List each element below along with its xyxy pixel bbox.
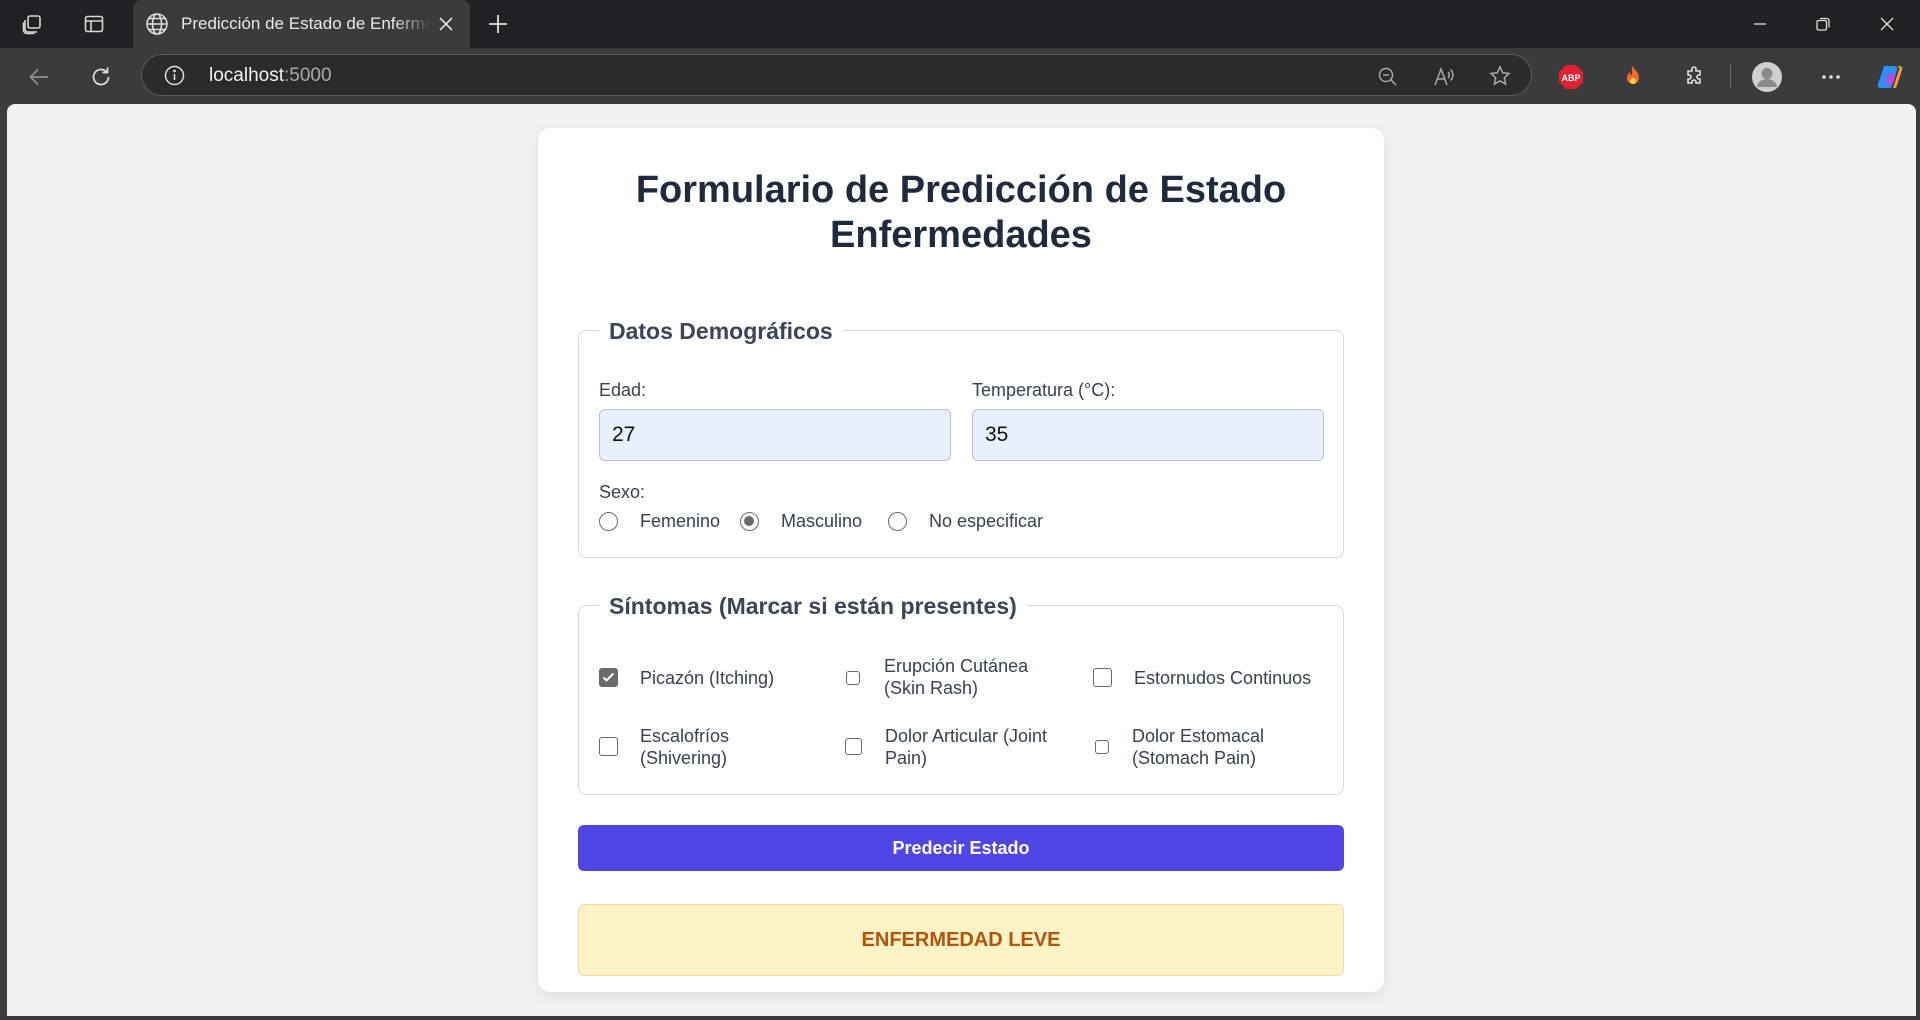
favorite-icon[interactable] (1488, 64, 1512, 88)
window-close-icon[interactable] (1875, 12, 1899, 36)
address-bar[interactable]: localhost:5000 (141, 54, 1532, 96)
tab-title: Predicción de Estado de Enfermedades (181, 14, 431, 33)
symptom-checkbox-shivering[interactable] (599, 737, 618, 756)
tab-strip: Predicción de Estado de Enfermedades (0, 0, 1920, 48)
symptom-checkbox-joint-pain[interactable] (845, 738, 862, 755)
form-card: Formulario de Predicción de Estado Enfer… (538, 128, 1384, 992)
symptom-label: Erupción Cutánea (Skin Rash) (884, 656, 1029, 698)
age-input[interactable] (599, 409, 951, 461)
new-tab-icon[interactable] (486, 12, 510, 36)
symptom-checkbox-skin-rash[interactable] (846, 671, 860, 685)
more-icon[interactable] (1818, 64, 1844, 90)
prediction-result: ENFERMEDAD LEVE (578, 904, 1344, 976)
symptom-checkbox-stomach-pain[interactable] (1095, 740, 1109, 754)
copilot-icon[interactable] (1875, 62, 1905, 92)
active-tab[interactable]: Predicción de Estado de Enfermedades (133, 0, 470, 48)
adblock-icon[interactable]: ABP (1558, 64, 1584, 90)
symptoms-legend: Síntomas (Marcar si están presentes) (599, 592, 1027, 620)
sex-option-label: Femenino (640, 511, 721, 531)
zoom-out-icon[interactable] (1375, 64, 1399, 88)
demographics-fieldset: Datos Demográficos Edad: Temperatura (°C… (578, 317, 1344, 558)
globe-icon (145, 12, 169, 36)
workspaces-icon[interactable] (20, 12, 44, 36)
toolbar-divider (1730, 64, 1731, 88)
close-icon[interactable] (434, 12, 458, 36)
extensions-icon[interactable] (1682, 64, 1708, 90)
site-info-icon[interactable] (163, 64, 185, 86)
page-viewport: Formulario de Predicción de Estado Enfer… (7, 104, 1916, 1016)
page-title: Formulario de Predicción de Estado Enfer… (635, 169, 1287, 256)
symptom-label: Escalofríos (Shivering) (640, 726, 730, 768)
back-icon[interactable] (26, 64, 52, 90)
adblock-label: ABP (1561, 73, 1580, 83)
symptom-checkbox-itching[interactable] (599, 668, 618, 687)
tab-actions-icon[interactable] (82, 12, 106, 36)
demographics-legend: Datos Demográficos (599, 317, 843, 345)
symptoms-fieldset: Síntomas (Marcar si están presentes) Pic… (578, 592, 1344, 795)
age-label: Edad: (599, 380, 647, 400)
predict-button[interactable]: Predecir Estado (578, 825, 1344, 871)
profile-icon[interactable] (1752, 62, 1782, 92)
refresh-icon[interactable] (88, 64, 114, 90)
extension-fire-icon[interactable] (1620, 64, 1646, 90)
sex-radio-femenino[interactable] (599, 512, 618, 531)
url-port: :5000 (284, 65, 332, 86)
symptom-checkbox-estornudos[interactable] (1093, 668, 1112, 687)
symptom-label: Estornudos Continuos (1134, 668, 1312, 688)
restore-icon[interactable] (1811, 12, 1835, 36)
read-aloud-icon[interactable] (1432, 64, 1456, 88)
sex-option-label: No especificar (929, 511, 1044, 531)
url-text: localhost:5000 (209, 65, 332, 87)
symptom-label: Dolor Articular (Joint Pain) (885, 726, 1048, 768)
sex-option-label: Masculino (781, 511, 863, 531)
url-host: localhost (209, 65, 284, 86)
browser-toolbar: localhost:5000 ABP (0, 48, 1920, 104)
temperature-label: Temperatura (°C): (972, 380, 1116, 400)
symptom-label: Picazón (Itching) (640, 668, 775, 688)
minimize-icon[interactable] (1748, 12, 1772, 36)
sex-radio-masculino[interactable] (740, 512, 759, 531)
symptom-label: Dolor Estomacal (Stomach Pain) (1132, 726, 1265, 768)
sex-label: Sexo: (599, 482, 646, 502)
temperature-input[interactable] (972, 409, 1324, 461)
sex-radio-no-especificar[interactable] (888, 512, 907, 531)
